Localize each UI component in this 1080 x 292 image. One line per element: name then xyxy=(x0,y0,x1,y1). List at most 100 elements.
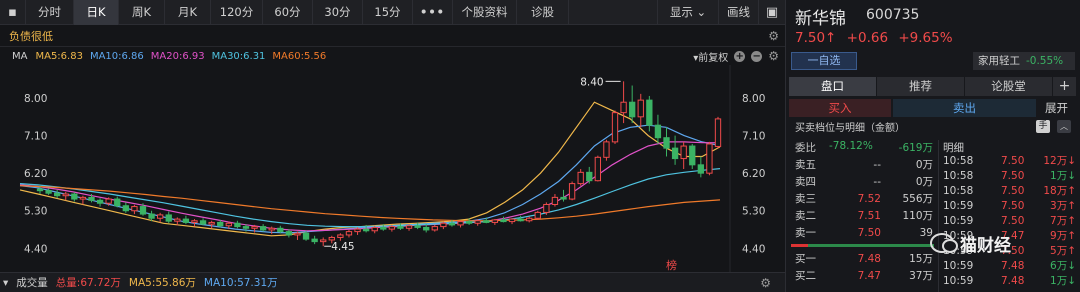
buy-button[interactable]: 买入 xyxy=(789,99,891,117)
candle-body xyxy=(285,231,293,236)
tab-forum[interactable]: 论股堂 xyxy=(965,77,1053,96)
ticks-title: 明细 xyxy=(943,142,964,154)
chevron-up-icon[interactable]: ︿ xyxy=(1057,120,1071,133)
candle-body xyxy=(560,196,567,200)
candle-body xyxy=(105,198,112,204)
hand-unit-toggle[interactable]: 手 xyxy=(1036,120,1050,133)
period-tab[interactable]: 120分 xyxy=(211,0,263,25)
square-icon[interactable]: ▪ xyxy=(0,0,26,25)
tick-volume: 12万↓ xyxy=(1043,155,1076,167)
candle-body xyxy=(54,192,61,197)
level-price: 7.48 xyxy=(857,253,881,265)
period-tab[interactable]: 月K xyxy=(165,0,211,25)
tab-orderbook[interactable]: 盘口 xyxy=(789,77,877,96)
stock-code: 600735 xyxy=(866,7,920,23)
period-tab[interactable]: 日K xyxy=(74,0,119,25)
period-tabbar: ▪ 分时 日K 周K 月K 120分 60分 30分 15分 ••• 个股资料 诊股 显示 ⌄… xyxy=(0,0,785,25)
add-watchlist-button[interactable]: 一自选 xyxy=(791,52,857,70)
candle-body xyxy=(680,145,687,160)
candlestick-chart[interactable]: 8.00 8.00 7.10 7.10 6.20 6.20 5.30 5.30 4.40 4.40… xyxy=(0,65,785,272)
gear-icon[interactable]: ⚙ xyxy=(768,29,779,43)
level-label: 买一 xyxy=(795,253,816,265)
orderbook-row[interactable]: 卖一 7.50 39 xyxy=(795,225,935,242)
debt-label: 负债很低 xyxy=(9,29,53,43)
candle-body xyxy=(96,199,104,204)
debt-indicator-row: 负债很低 ⚙ xyxy=(0,25,785,47)
tick-row: 10:58 7.50 12万↓ xyxy=(938,154,1078,168)
ma20-label: MA20:6.93 xyxy=(150,50,205,62)
tick-row: 10:59 7.50 3万↑ xyxy=(938,199,1078,213)
orderbook-row[interactable]: 卖四 -- 0万 xyxy=(795,174,935,191)
tick-price: 7.50 xyxy=(1001,185,1025,197)
more-tabs-button[interactable]: ••• xyxy=(413,0,453,25)
candle-body xyxy=(225,222,232,227)
price-change: +0.66 xyxy=(846,30,889,46)
period-tab[interactable]: 15分 xyxy=(363,0,413,25)
candle-body xyxy=(88,196,95,201)
stock-name: 新华锦 xyxy=(795,9,846,29)
period-tab[interactable]: 分时 xyxy=(26,0,74,25)
volume-legend: ▾ 成交量 总量:67.72万 MA5:55.86万 MA10:57.31万 ⚙ xyxy=(0,272,785,292)
candle-body xyxy=(302,232,310,240)
volume-label: 成交量 xyxy=(16,277,48,289)
volume-ma10: MA10:57.31万 xyxy=(203,277,278,289)
candle-body xyxy=(79,196,87,200)
add-tab-button[interactable]: + xyxy=(1053,77,1077,96)
orderbook-row[interactable]: 卖二 7.51 110万 xyxy=(795,208,935,225)
tab-stock-profile[interactable]: 个股资料 xyxy=(453,0,517,25)
orderbook-row[interactable]: 卖五 -- 0万 xyxy=(795,157,935,174)
gear-icon[interactable]: ⚙ xyxy=(760,276,771,290)
tick-row: 10:59 7.50 7万↑ xyxy=(938,214,1078,228)
volume-collapse-icon[interactable]: ▾ xyxy=(3,277,8,289)
tick-time: 10:59 xyxy=(943,275,974,287)
candle-body xyxy=(448,222,456,226)
y-tick-label-left: 8.00 xyxy=(24,93,47,105)
y-tick-label-right: 6.20 xyxy=(742,168,765,180)
candle-body xyxy=(122,205,129,212)
draw-line-button[interactable]: 画线 xyxy=(719,0,759,25)
adjust-dropdown[interactable]: ▾前复权 xyxy=(693,49,728,64)
quote-tabs: 盘口 推荐 论股堂 + xyxy=(789,77,1077,96)
period-tab[interactable]: 30分 xyxy=(313,0,363,25)
zoom-out-icon[interactable]: − xyxy=(751,50,763,62)
candle-body xyxy=(345,231,353,236)
bid-levels: 买一 7.48 15万买二 7.47 37万 xyxy=(795,251,935,285)
ma-legend: MA MA5:6.83 MA10:6.86 MA20:6.93 MA30:6.3… xyxy=(0,47,785,65)
orderbook-row[interactable]: 买二 7.47 37万 xyxy=(795,268,935,285)
tick-volume: 3万↑ xyxy=(1050,200,1076,212)
level-label: 卖二 xyxy=(795,210,816,222)
candle-body xyxy=(646,99,653,126)
candle-body xyxy=(474,220,481,224)
volume-ma5: MA5:55.86万 xyxy=(128,277,196,289)
expand-button[interactable]: 展开 xyxy=(1036,99,1077,117)
y-tick-label-left: 4.40 xyxy=(24,243,47,255)
tick-volume: 7万↑ xyxy=(1050,215,1076,227)
sector-badge[interactable]: 家用轻工 -0.55% xyxy=(973,52,1075,70)
candle-body xyxy=(36,188,44,192)
period-tab[interactable]: 60分 xyxy=(263,0,313,25)
candle-body xyxy=(551,196,559,205)
candle-body xyxy=(191,220,198,223)
tick-time: 10:58 xyxy=(943,155,974,167)
candle-body xyxy=(517,218,524,222)
orderbook-row[interactable]: 卖三 7.52 556万 xyxy=(795,191,935,208)
low-annotation: 4.45 xyxy=(331,241,354,253)
tab-diagnose[interactable]: 诊股 xyxy=(517,0,569,25)
level-price: 7.52 xyxy=(857,193,881,205)
candle-body xyxy=(586,171,593,182)
orderbook-row[interactable]: 买一 7.48 15万 xyxy=(795,251,935,268)
candle-body xyxy=(380,226,387,230)
display-dropdown[interactable]: 显示 ⌄ xyxy=(657,0,719,25)
window-square-icon[interactable]: ▣ xyxy=(759,0,785,25)
weibi-ratio: -78.12% xyxy=(829,140,873,152)
period-tab[interactable]: 周K xyxy=(119,0,165,25)
kline-panel: ▪ 分时 日K 周K 月K 120分 60分 30分 15分 ••• 个股资料 诊股 显示 ⌄… xyxy=(0,0,785,292)
candle-body xyxy=(174,218,181,222)
sell-button[interactable]: 卖出 xyxy=(893,99,1036,117)
tick-row: 10:58 7.50 18万↑ xyxy=(938,184,1078,198)
tab-recommend[interactable]: 推荐 xyxy=(877,77,965,96)
gear-icon[interactable]: ⚙ xyxy=(768,49,779,63)
zoom-in-icon[interactable]: + xyxy=(734,50,746,62)
candle-body xyxy=(543,203,550,213)
level-amount: 15万 xyxy=(909,253,933,265)
